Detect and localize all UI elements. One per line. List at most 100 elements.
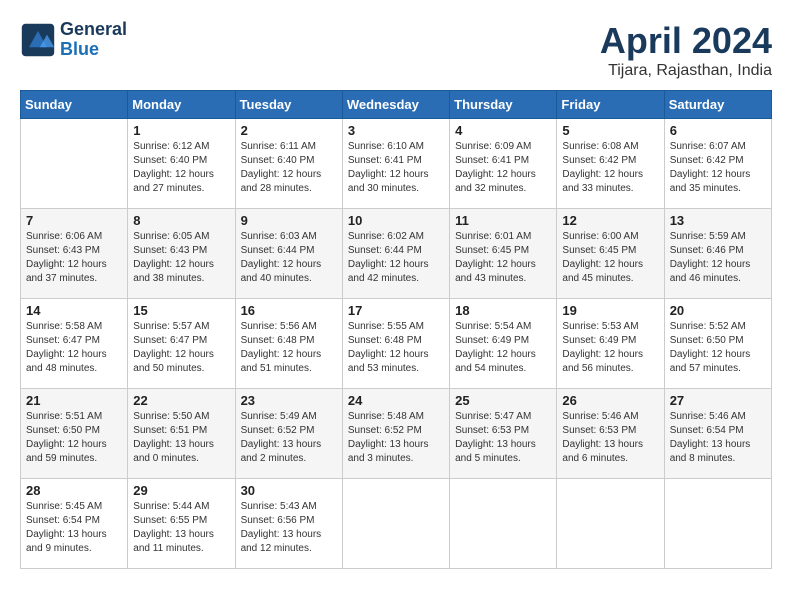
day-detail: Sunrise: 6:05 AM Sunset: 6:43 PM Dayligh… [133, 230, 229, 286]
calendar-cell: 21 Sunrise: 5:51 AM Sunset: 6:50 PM Dayli… [21, 389, 128, 479]
calendar-cell [21, 119, 128, 209]
day-number: 27 [670, 393, 766, 408]
location-subtitle: Tijara, Rajasthan, India [600, 62, 772, 80]
day-detail: Sunrise: 5:50 AM Sunset: 6:51 PM Dayligh… [133, 410, 229, 466]
calendar-cell: 22 Sunrise: 5:50 AM Sunset: 6:51 PM Dayli… [128, 389, 235, 479]
calendar-week-row: 28 Sunrise: 5:45 AM Sunset: 6:54 PM Dayli… [21, 479, 772, 569]
day-detail: Sunrise: 6:02 AM Sunset: 6:44 PM Dayligh… [348, 230, 444, 286]
page-header: General Blue April 2024 Tijara, Rajastha… [20, 20, 772, 80]
day-number: 22 [133, 393, 229, 408]
day-number: 26 [562, 393, 658, 408]
calendar-cell: 18 Sunrise: 5:54 AM Sunset: 6:49 PM Dayli… [450, 299, 557, 389]
day-number: 9 [241, 213, 337, 228]
title-block: April 2024 Tijara, Rajasthan, India [600, 20, 772, 80]
day-detail: Sunrise: 5:48 AM Sunset: 6:52 PM Dayligh… [348, 410, 444, 466]
day-number: 5 [562, 123, 658, 138]
day-number: 3 [348, 123, 444, 138]
day-number: 1 [133, 123, 229, 138]
day-detail: Sunrise: 6:11 AM Sunset: 6:40 PM Dayligh… [241, 140, 337, 196]
calendar-week-row: 1 Sunrise: 6:12 AM Sunset: 6:40 PM Daylig… [21, 119, 772, 209]
logo-line1: General [60, 20, 127, 40]
calendar-cell: 28 Sunrise: 5:45 AM Sunset: 6:54 PM Dayli… [21, 479, 128, 569]
day-number: 11 [455, 213, 551, 228]
day-detail: Sunrise: 6:10 AM Sunset: 6:41 PM Dayligh… [348, 140, 444, 196]
calendar-week-row: 7Sunrise: 6:06 AM Sunset: 6:43 PM Daylig… [21, 209, 772, 299]
day-detail: Sunrise: 6:07 AM Sunset: 6:42 PM Dayligh… [670, 140, 766, 196]
day-detail: Sunrise: 5:47 AM Sunset: 6:53 PM Dayligh… [455, 410, 551, 466]
calendar-cell: 17Sunrise: 5:55 AM Sunset: 6:48 PM Dayli… [342, 299, 449, 389]
calendar-cell: 13 Sunrise: 5:59 AM Sunset: 6:46 PM Dayli… [664, 209, 771, 299]
day-detail: Sunrise: 5:57 AM Sunset: 6:47 PM Dayligh… [133, 320, 229, 376]
month-title: April 2024 [600, 20, 772, 62]
weekday-header-saturday: Saturday [664, 91, 771, 119]
calendar-cell: 4Sunrise: 6:09 AM Sunset: 6:41 PM Daylig… [450, 119, 557, 209]
day-detail: Sunrise: 5:56 AM Sunset: 6:48 PM Dayligh… [241, 320, 337, 376]
weekday-header-wednesday: Wednesday [342, 91, 449, 119]
calendar-cell: 5 Sunrise: 6:08 AM Sunset: 6:42 PM Daylig… [557, 119, 664, 209]
day-detail: Sunrise: 6:08 AM Sunset: 6:42 PM Dayligh… [562, 140, 658, 196]
day-number: 30 [241, 483, 337, 498]
day-detail: Sunrise: 5:52 AM Sunset: 6:50 PM Dayligh… [670, 320, 766, 376]
calendar-cell [450, 479, 557, 569]
calendar-cell: 12 Sunrise: 6:00 AM Sunset: 6:45 PM Dayli… [557, 209, 664, 299]
calendar-header-row: SundayMondayTuesdayWednesdayThursdayFrid… [21, 91, 772, 119]
day-number: 24 [348, 393, 444, 408]
weekday-header-monday: Monday [128, 91, 235, 119]
day-detail: Sunrise: 5:51 AM Sunset: 6:50 PM Dayligh… [26, 410, 122, 466]
day-number: 28 [26, 483, 122, 498]
calendar-cell: 19Sunrise: 5:53 AM Sunset: 6:49 PM Dayli… [557, 299, 664, 389]
day-detail: Sunrise: 5:46 AM Sunset: 6:54 PM Dayligh… [670, 410, 766, 466]
day-detail: Sunrise: 5:54 AM Sunset: 6:49 PM Dayligh… [455, 320, 551, 376]
day-detail: Sunrise: 5:49 AM Sunset: 6:52 PM Dayligh… [241, 410, 337, 466]
day-number: 14 [26, 303, 122, 318]
calendar-cell: 23Sunrise: 5:49 AM Sunset: 6:52 PM Dayli… [235, 389, 342, 479]
calendar-cell: 11Sunrise: 6:01 AM Sunset: 6:45 PM Dayli… [450, 209, 557, 299]
day-number: 16 [241, 303, 337, 318]
calendar-cell: 26 Sunrise: 5:46 AM Sunset: 6:53 PM Dayli… [557, 389, 664, 479]
day-number: 10 [348, 213, 444, 228]
calendar-week-row: 14 Sunrise: 5:58 AM Sunset: 6:47 PM Dayli… [21, 299, 772, 389]
calendar-cell: 25 Sunrise: 5:47 AM Sunset: 6:53 PM Dayli… [450, 389, 557, 479]
day-number: 21 [26, 393, 122, 408]
calendar-cell: 14 Sunrise: 5:58 AM Sunset: 6:47 PM Dayli… [21, 299, 128, 389]
day-number: 12 [562, 213, 658, 228]
calendar-cell: 27 Sunrise: 5:46 AM Sunset: 6:54 PM Dayli… [664, 389, 771, 479]
calendar-cell: 24 Sunrise: 5:48 AM Sunset: 6:52 PM Dayli… [342, 389, 449, 479]
day-detail: Sunrise: 5:45 AM Sunset: 6:54 PM Dayligh… [26, 500, 122, 556]
day-detail: Sunrise: 5:59 AM Sunset: 6:46 PM Dayligh… [670, 230, 766, 286]
calendar-cell: 20 Sunrise: 5:52 AM Sunset: 6:50 PM Dayli… [664, 299, 771, 389]
logo-icon [20, 22, 56, 58]
day-number: 19 [562, 303, 658, 318]
day-number: 18 [455, 303, 551, 318]
day-number: 29 [133, 483, 229, 498]
calendar-cell [664, 479, 771, 569]
weekday-header-tuesday: Tuesday [235, 91, 342, 119]
day-detail: Sunrise: 6:00 AM Sunset: 6:45 PM Dayligh… [562, 230, 658, 286]
calendar-week-row: 21 Sunrise: 5:51 AM Sunset: 6:50 PM Dayli… [21, 389, 772, 479]
calendar-table: SundayMondayTuesdayWednesdayThursdayFrid… [20, 90, 772, 569]
day-number: 15 [133, 303, 229, 318]
day-number: 6 [670, 123, 766, 138]
calendar-cell: 7Sunrise: 6:06 AM Sunset: 6:43 PM Daylig… [21, 209, 128, 299]
day-detail: Sunrise: 6:12 AM Sunset: 6:40 PM Dayligh… [133, 140, 229, 196]
calendar-cell: 15 Sunrise: 5:57 AM Sunset: 6:47 PM Dayli… [128, 299, 235, 389]
calendar-cell: 10 Sunrise: 6:02 AM Sunset: 6:44 PM Dayli… [342, 209, 449, 299]
day-number: 13 [670, 213, 766, 228]
calendar-cell [557, 479, 664, 569]
calendar-cell: 3 Sunrise: 6:10 AM Sunset: 6:41 PM Daylig… [342, 119, 449, 209]
day-number: 4 [455, 123, 551, 138]
day-detail: Sunrise: 5:46 AM Sunset: 6:53 PM Dayligh… [562, 410, 658, 466]
calendar-cell: 29Sunrise: 5:44 AM Sunset: 6:55 PM Dayli… [128, 479, 235, 569]
logo: General Blue [20, 20, 127, 60]
day-detail: Sunrise: 5:58 AM Sunset: 6:47 PM Dayligh… [26, 320, 122, 376]
day-number: 2 [241, 123, 337, 138]
calendar-cell [342, 479, 449, 569]
day-number: 25 [455, 393, 551, 408]
calendar-cell: 16 Sunrise: 5:56 AM Sunset: 6:48 PM Dayli… [235, 299, 342, 389]
day-number: 20 [670, 303, 766, 318]
day-detail: Sunrise: 5:55 AM Sunset: 6:48 PM Dayligh… [348, 320, 444, 376]
calendar-cell: 30Sunrise: 5:43 AM Sunset: 6:56 PM Dayli… [235, 479, 342, 569]
calendar-cell: 9Sunrise: 6:03 AM Sunset: 6:44 PM Daylig… [235, 209, 342, 299]
day-number: 8 [133, 213, 229, 228]
weekday-header-friday: Friday [557, 91, 664, 119]
